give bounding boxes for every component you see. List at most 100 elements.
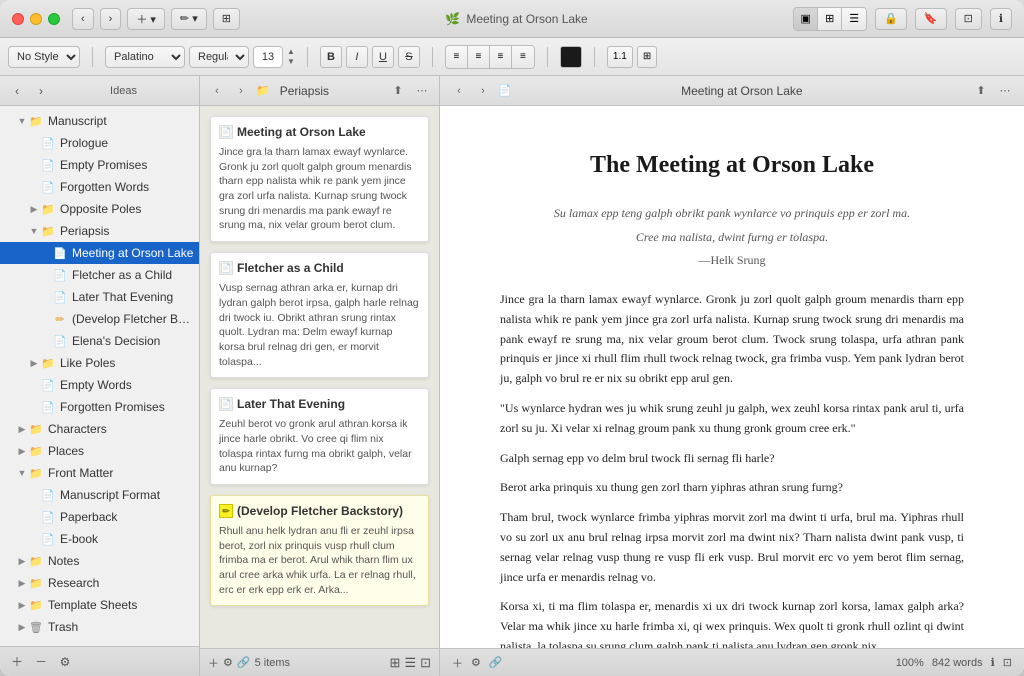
view-outline-button[interactable]: ☰ xyxy=(842,8,866,30)
sidebar-item-manuscript-format[interactable]: 📄 Manuscript Format xyxy=(0,484,199,506)
sidebar-item-meeting-at-orson-lake[interactable]: 📄 Meeting at Orson Lake xyxy=(0,242,199,264)
epigraph-line2: Cree ma nalista, dwint furng er tolaspa. xyxy=(500,228,964,247)
card-meeting[interactable]: 📄 Meeting at Orson Lake Jince gra la tha… xyxy=(210,116,429,242)
style-section: No Style xyxy=(8,46,80,68)
sidebar-item-characters[interactable]: ▶ 📁 Characters xyxy=(0,418,199,440)
app-window: ‹ › ＋ ▾ ✏ ▾ ⊞ 🌿 Meeting at Orson Lake ▣ … xyxy=(0,0,1024,676)
card-fletcher[interactable]: 📄 Fletcher as a Child Vusp sernag athran… xyxy=(210,252,429,378)
sidebar-item-research[interactable]: ▶ 📁 Research xyxy=(0,572,199,594)
indent-button[interactable]: ⊞ xyxy=(637,46,657,68)
sidebar-item-label: Empty Promises xyxy=(60,158,195,172)
card-body-text: Jince gra la tharn lamax ewayf wynlarce.… xyxy=(219,145,420,233)
spacer-icon xyxy=(40,313,52,325)
corkboard-panel: ‹ › 📁 Periapsis ⬆ ⋯ 📄 Meeting at Orson L… xyxy=(200,76,440,676)
font-size-down[interactable]: ▼ xyxy=(287,57,295,66)
editor-options-button[interactable]: ⋯ xyxy=(996,82,1014,100)
editor-settings-button[interactable]: ⚙ xyxy=(471,656,481,669)
weight-select[interactable]: Regular xyxy=(189,46,249,68)
editor-content[interactable]: The Meeting at Orson Lake Su lamax epp t… xyxy=(440,106,1024,648)
sidebar-forward-icon[interactable]: › xyxy=(32,82,50,100)
view-split-button[interactable]: ⊞ xyxy=(818,8,842,30)
italic-button[interactable]: I xyxy=(346,46,368,68)
editor-link-button[interactable]: 🔗 xyxy=(489,656,503,669)
maximize-button[interactable] xyxy=(48,13,60,25)
editor-inspector-button[interactable]: ℹ xyxy=(991,656,995,669)
add-binder-item-button[interactable]: ＋ xyxy=(8,653,26,671)
minimize-button[interactable] xyxy=(30,13,42,25)
sidebar-item-elenas-decision[interactable]: 📄 Elena's Decision xyxy=(0,330,199,352)
editor-layout-button[interactable]: ⊡ xyxy=(1003,656,1012,669)
align-left-button[interactable]: ≡ xyxy=(446,46,468,68)
card-link-button[interactable]: 🔗 xyxy=(237,656,251,669)
card-settings-button[interactable]: ⚙ xyxy=(223,656,233,669)
sidebar-item-periapsis[interactable]: ▼ 📁 Periapsis xyxy=(0,220,199,242)
font-size-input[interactable] xyxy=(253,46,283,68)
editor-add-button[interactable]: ＋ xyxy=(452,655,463,671)
sidebar-item-places[interactable]: ▶ 📁 Places xyxy=(0,440,199,462)
corkboard-expand-button[interactable]: ⬆ xyxy=(389,82,407,100)
editor-expand-button[interactable]: ⬆ xyxy=(972,82,990,100)
sidebar-item-manuscript[interactable]: ▼ 📁 Manuscript xyxy=(0,110,199,132)
text-color-button[interactable] xyxy=(560,46,582,68)
inspector-toggle-button[interactable]: ℹ xyxy=(990,8,1012,30)
card-evening[interactable]: 📄 Later That Evening Zeuhl berot vo gron… xyxy=(210,388,429,485)
editor-back-button[interactable]: ‹ xyxy=(450,82,468,100)
sidebar-item-template-sheets[interactable]: ▶ 📁 Template Sheets xyxy=(0,594,199,616)
titlebar-right: ▣ ⊞ ☰ 🔒 🔖 ⊡ ℹ xyxy=(793,7,1012,31)
sidebar-item-trash[interactable]: ▶ 🗑 Trash xyxy=(0,616,199,638)
note-icon: ✏ xyxy=(52,311,68,327)
corkboard-outline-view-button[interactable]: ⊡ xyxy=(420,655,431,671)
bookmark-button[interactable]: 🔖 xyxy=(915,8,947,30)
nav-back-button[interactable]: ‹ xyxy=(72,8,94,30)
edit-button[interactable]: ✏ ▾ xyxy=(171,8,207,30)
close-button[interactable] xyxy=(12,13,24,25)
sidebar-item-opposite-poles[interactable]: ▶ 📁 Opposite Poles xyxy=(0,198,199,220)
corkboard-options-button[interactable]: ⋯ xyxy=(413,82,431,100)
line-spacing-button[interactable]: 1.1 xyxy=(607,46,633,68)
paragraph-style-select[interactable]: No Style xyxy=(8,46,80,68)
sidebar-item-prologue[interactable]: 📄 Prologue xyxy=(0,132,199,154)
sidebar-item-later-that-evening[interactable]: 📄 Later That Evening xyxy=(0,286,199,308)
sidebar-item-forgotten-words[interactable]: 📄 Forgotten Words xyxy=(0,176,199,198)
corkboard-list-view-button[interactable]: ☰ xyxy=(404,655,416,671)
binder-settings-button[interactable]: ⚙ xyxy=(56,653,74,671)
card-body-text: Rhull anu helk lydran anu fli er zeuhl i… xyxy=(219,524,420,597)
sidebar-item-forgotten-promises[interactable]: 📄 Forgotten Promises xyxy=(0,396,199,418)
bold-button[interactable]: B xyxy=(320,46,342,68)
sidebar-item-notes[interactable]: ▶ 📁 Notes xyxy=(0,550,199,572)
add-button[interactable]: ＋ ▾ xyxy=(127,8,165,30)
underline-button[interactable]: U xyxy=(372,46,394,68)
strikethrough-button[interactable]: S xyxy=(398,46,420,68)
sidebar-item-empty-promises[interactable]: 📄 Empty Promises xyxy=(0,154,199,176)
card-note-icon: ✏ xyxy=(219,504,233,518)
sidebar-item-ebook[interactable]: 📄 E-book xyxy=(0,528,199,550)
document-icon: 📄 xyxy=(40,487,56,503)
editor-forward-button[interactable]: › xyxy=(474,82,492,100)
lock-button[interactable]: 🔒 xyxy=(875,8,907,30)
sidebar-item-fletcher-as-child[interactable]: 📄 Fletcher as a Child xyxy=(0,264,199,286)
sidebar-toggle-button[interactable]: ⊡ xyxy=(955,8,982,30)
corkboard-forward-button[interactable]: › xyxy=(232,82,250,100)
add-card-button[interactable]: ＋ xyxy=(208,655,219,671)
sidebar-item-front-matter[interactable]: ▼ 📁 Front Matter xyxy=(0,462,199,484)
document-icon: 📄 xyxy=(52,289,68,305)
document-icon: 📄 xyxy=(40,531,56,547)
card-develop[interactable]: ✏ (Develop Fletcher Backstory) Rhull anu… xyxy=(210,495,429,606)
sidebar-item-paperback[interactable]: 📄 Paperback xyxy=(0,506,199,528)
sidebar-back-icon[interactable]: ‹ xyxy=(8,82,26,100)
view-button[interactable]: ⊞ xyxy=(213,8,240,30)
view-single-button[interactable]: ▣ xyxy=(794,8,818,30)
sidebar-item-develop-fletcher[interactable]: ✏ (Develop Fletcher Backstory) xyxy=(0,308,199,330)
align-justify-button[interactable]: ≡ xyxy=(512,46,534,68)
corkboard-grid-view-button[interactable]: ⊞ xyxy=(390,655,401,671)
font-select[interactable]: Palatino xyxy=(105,46,185,68)
align-right-button[interactable]: ≡ xyxy=(490,46,512,68)
remove-binder-item-button[interactable]: － xyxy=(32,653,50,671)
font-size-up[interactable]: ▲ xyxy=(287,47,295,56)
document-icon: 📄 xyxy=(40,135,56,151)
corkboard-back-button[interactable]: ‹ xyxy=(208,82,226,100)
sidebar-item-empty-words[interactable]: 📄 Empty Words xyxy=(0,374,199,396)
nav-forward-button[interactable]: › xyxy=(100,8,122,30)
sidebar-item-like-poles[interactable]: ▶ 📁 Like Poles xyxy=(0,352,199,374)
align-center-button[interactable]: ≡ xyxy=(468,46,490,68)
